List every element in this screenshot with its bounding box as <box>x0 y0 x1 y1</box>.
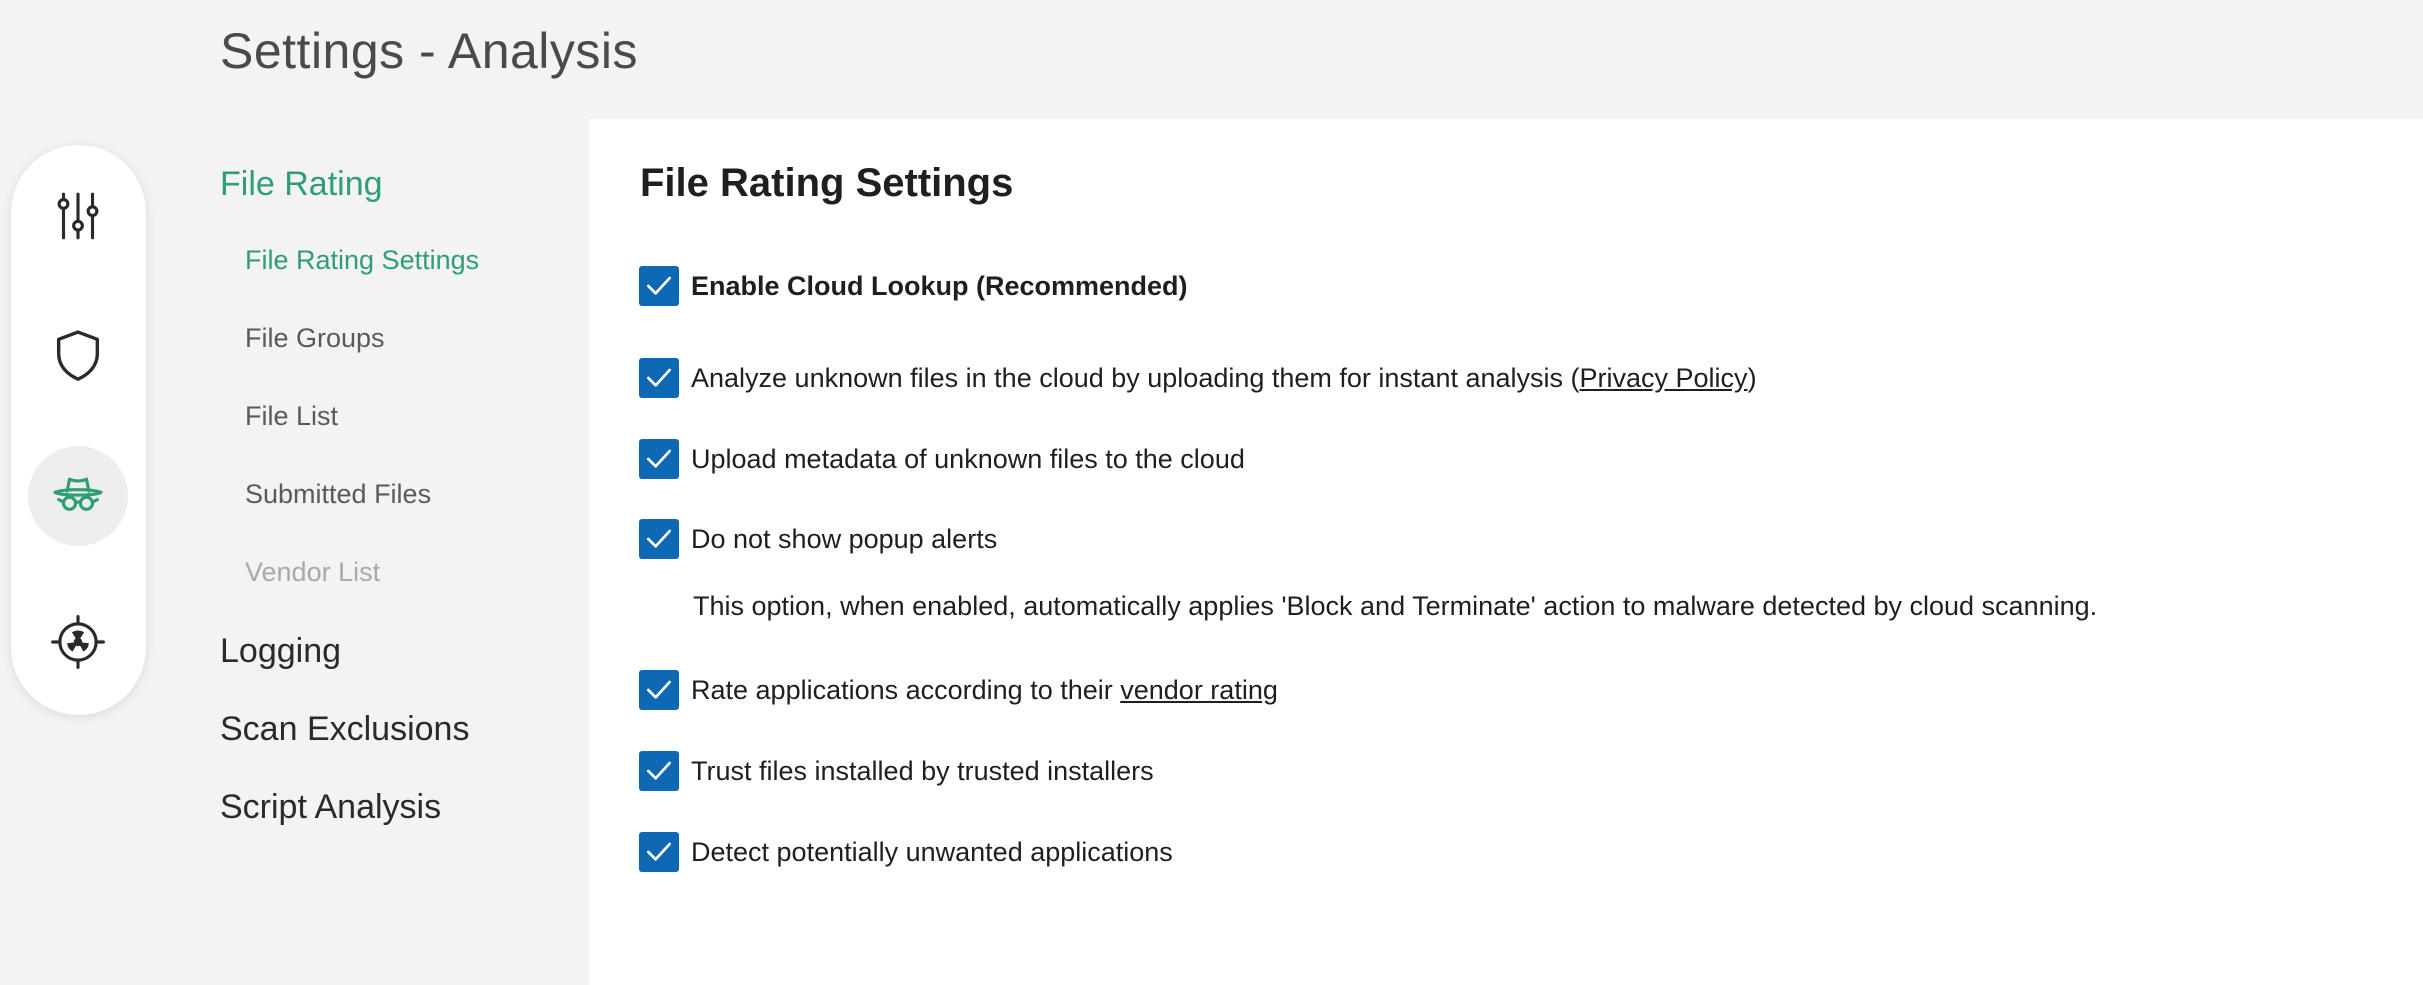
nav-section-logging[interactable]: Logging <box>220 629 341 673</box>
analyze-unknown-label: Analyze unknown files in the cloud by up… <box>691 363 1757 394</box>
nav-item-file-groups[interactable]: File Groups <box>245 320 385 356</box>
option-trusted-installers: Trust files installed by trusted install… <box>639 751 1154 791</box>
option-detect-pua: Detect potentially unwanted applications <box>639 832 1173 872</box>
page-title: Settings - Analysis <box>220 23 639 79</box>
checkmark-icon <box>647 449 671 468</box>
option-cloud-lookup: Enable Cloud Lookup (Recommended) <box>639 266 1188 306</box>
nav-item-vendor-list: Vendor List <box>245 557 381 587</box>
option-upload-metadata: Upload metadata of unknown files to the … <box>639 439 1245 479</box>
checkmark-icon <box>647 368 671 387</box>
trusted-installers-checkbox[interactable] <box>639 751 679 791</box>
checkmark-icon <box>647 680 671 699</box>
detect-pua-label: Detect potentially unwanted applications <box>691 836 1173 867</box>
vendor-rating-link[interactable]: vendor rating <box>1120 675 1278 705</box>
nav-item-submitted-files[interactable]: Submitted Files <box>245 476 431 512</box>
upload-metadata-label: Upload metadata of unknown files to the … <box>691 443 1245 474</box>
icon-rail <box>11 145 146 715</box>
option-analyze-unknown: Analyze unknown files in the cloud by up… <box>639 358 1757 398</box>
vendor-rating-text: Rate applications according to their <box>691 674 1121 705</box>
no-popup-alerts-note: This option, when enabled, automatically… <box>693 591 2098 621</box>
no-popup-alerts-checkbox[interactable] <box>639 519 679 559</box>
cloud-lookup-label: Enable Cloud Lookup (Recommended) <box>691 270 1188 301</box>
checkmark-icon <box>647 529 671 548</box>
option-no-popup-alerts: Do not show popup alerts <box>639 519 997 559</box>
nav-section-file-rating[interactable]: File Rating <box>220 162 383 206</box>
rail-item-settings[interactable] <box>28 166 128 266</box>
rail-item-threats[interactable] <box>28 592 128 692</box>
rail-item-protection[interactable] <box>28 305 128 405</box>
detect-pua-checkbox[interactable] <box>639 832 679 872</box>
vendor-rating-label: Rate applications according to their ven… <box>691 675 1278 706</box>
spy-hat-icon <box>53 477 103 511</box>
nav-item-file-rating-settings[interactable]: File Rating Settings <box>245 242 479 278</box>
shield-icon <box>56 330 100 381</box>
cloud-lookup-checkbox[interactable] <box>639 266 679 306</box>
checkmark-icon <box>647 276 671 295</box>
sliders-icon <box>57 192 99 240</box>
radiation-target-icon <box>51 615 105 669</box>
privacy-policy-link[interactable]: Privacy Policy <box>1580 363 1748 393</box>
nav-section-scan-exclusions[interactable]: Scan Exclusions <box>220 707 469 751</box>
section-title: File Rating Settings <box>640 161 1014 205</box>
no-popup-alerts-label: Do not show popup alerts <box>691 523 998 554</box>
upload-metadata-checkbox[interactable] <box>639 439 679 479</box>
checkmark-icon <box>647 761 671 780</box>
nav-item-file-list[interactable]: File List <box>245 398 338 434</box>
nav-section-script-analysis[interactable]: Script Analysis <box>220 785 441 829</box>
content-panel: File Rating Settings Enable Cloud Lookup… <box>589 119 2423 985</box>
checkmark-icon <box>647 842 671 861</box>
vendor-rating-checkbox[interactable] <box>639 670 679 710</box>
analyze-unknown-text: Analyze unknown files in the cloud by up… <box>691 362 1580 393</box>
rail-item-analysis[interactable] <box>28 446 128 546</box>
analyze-unknown-text-end: ) <box>1747 362 1757 393</box>
analyze-unknown-checkbox[interactable] <box>639 358 679 398</box>
trusted-installers-label: Trust files installed by trusted install… <box>691 755 1154 786</box>
option-vendor-rating: Rate applications according to their ven… <box>639 670 1278 710</box>
